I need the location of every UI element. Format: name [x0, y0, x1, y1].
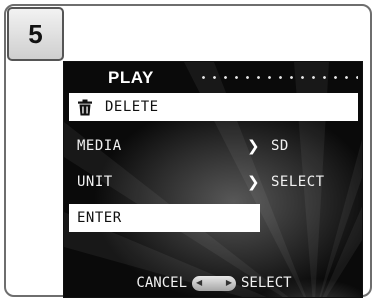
chevron-right-icon: ❯: [247, 137, 261, 155]
right-arrow-icon: ▶: [225, 278, 232, 287]
menu-item-value: SELECT: [271, 174, 325, 190]
menu-title: PLAY: [108, 68, 154, 87]
menu-item-value: SD: [271, 138, 289, 154]
select-hint: SELECT: [241, 275, 292, 291]
menu-item-enter[interactable]: ENTER: [69, 204, 260, 232]
menu-item-label: DELETE: [105, 99, 159, 115]
trash-icon: [78, 99, 92, 116]
menu-item-label: ENTER: [77, 210, 122, 226]
dpad-left-right-icon: ◀ ▶: [192, 275, 236, 291]
camera-lcd-screen: PLAY DELETE MEDIA ❯ SD UNIT ❯ SELECT ENT…: [63, 61, 363, 298]
chevron-right-icon: ❯: [247, 173, 261, 191]
menu-item-label: UNIT: [77, 174, 113, 190]
left-arrow-icon: ◀: [196, 278, 203, 287]
title-dotted-line: [198, 76, 358, 79]
step-number-badge: 5: [7, 7, 64, 61]
button-guide: CANCEL ◀ ▶ SELECT: [64, 272, 362, 294]
cancel-hint: CANCEL: [136, 275, 187, 291]
menu-item-delete[interactable]: DELETE: [69, 93, 358, 121]
menu-item-label: MEDIA: [77, 138, 122, 154]
menu-item-unit[interactable]: UNIT ❯ SELECT: [69, 168, 358, 196]
menu-item-media[interactable]: MEDIA ❯ SD: [69, 132, 358, 160]
